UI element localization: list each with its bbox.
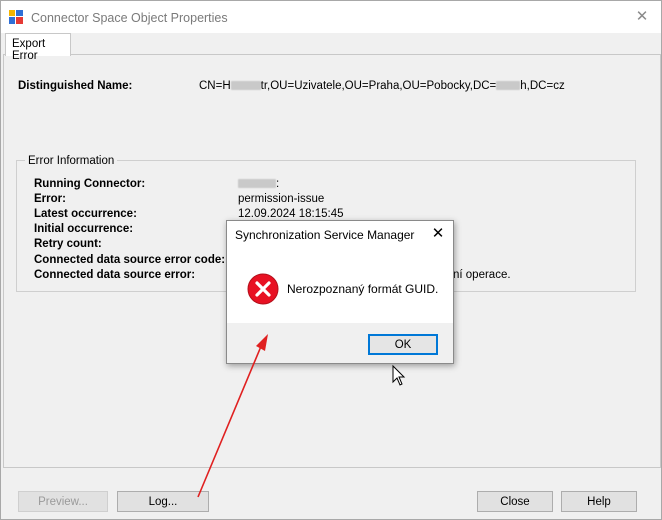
- dn-part-1: CN=H: [199, 80, 231, 92]
- cds-error-value: ní operace.: [453, 269, 511, 281]
- dialog-footer: OK: [227, 323, 453, 363]
- log-button[interactable]: Log...: [117, 491, 209, 512]
- tab-label: Export Error: [12, 38, 46, 62]
- running-connector-suffix: :: [276, 178, 280, 190]
- dn-part-2: tr,OU=Uzivatele,OU=Praha,OU=Pobocky,DC=: [260, 80, 497, 92]
- redacted-text: [496, 81, 521, 91]
- close-button[interactable]: Close: [477, 491, 553, 512]
- running-connector-label: Running Connector:: [34, 178, 146, 190]
- preview-button[interactable]: Preview...: [18, 491, 108, 512]
- error-value: permission-issue: [238, 193, 325, 205]
- error-dialog: Synchronization Service Manager ✕ Nerozp…: [226, 220, 454, 364]
- cds-error-label: Connected data source error:: [34, 269, 196, 281]
- initial-occurrence-label: Initial occurrence:: [34, 223, 134, 235]
- redacted-text: [230, 81, 261, 91]
- running-connector-value: :: [238, 178, 279, 190]
- window-title: Connector Space Object Properties: [31, 11, 228, 25]
- latest-occurrence-value: 12.09.2024 18:15:45: [238, 208, 344, 220]
- tab-export-error[interactable]: Export Error: [5, 33, 71, 62]
- ok-button[interactable]: OK: [368, 334, 438, 355]
- window-close-button[interactable]: ✕: [629, 5, 655, 29]
- latest-occurrence-label: Latest occurrence:: [34, 208, 137, 220]
- help-button[interactable]: Help: [561, 491, 637, 512]
- group-title: Error Information: [25, 155, 118, 167]
- redacted-text: [238, 179, 276, 189]
- cds-error-code-label: Connected data source error code:: [34, 254, 226, 266]
- dialog-close-button[interactable]: ✕: [427, 224, 449, 244]
- error-icon: [247, 273, 279, 305]
- dn-part-3: h,DC=cz: [520, 80, 565, 92]
- title-bar: Connector Space Object Properties ✕: [1, 1, 661, 33]
- retry-count-label: Retry count:: [34, 238, 102, 250]
- error-label: Error:: [34, 193, 66, 205]
- dialog-message: Nerozpoznaný formát GUID.: [287, 282, 439, 296]
- dialog-title: Synchronization Service Manager: [235, 228, 415, 242]
- distinguished-name-label: Distinguished Name:: [18, 80, 133, 92]
- distinguished-name-value: CN=H tr,OU=Uzivatele,OU=Praha,OU=Pobocky,…: [199, 80, 565, 92]
- app-window-icon: [9, 10, 23, 24]
